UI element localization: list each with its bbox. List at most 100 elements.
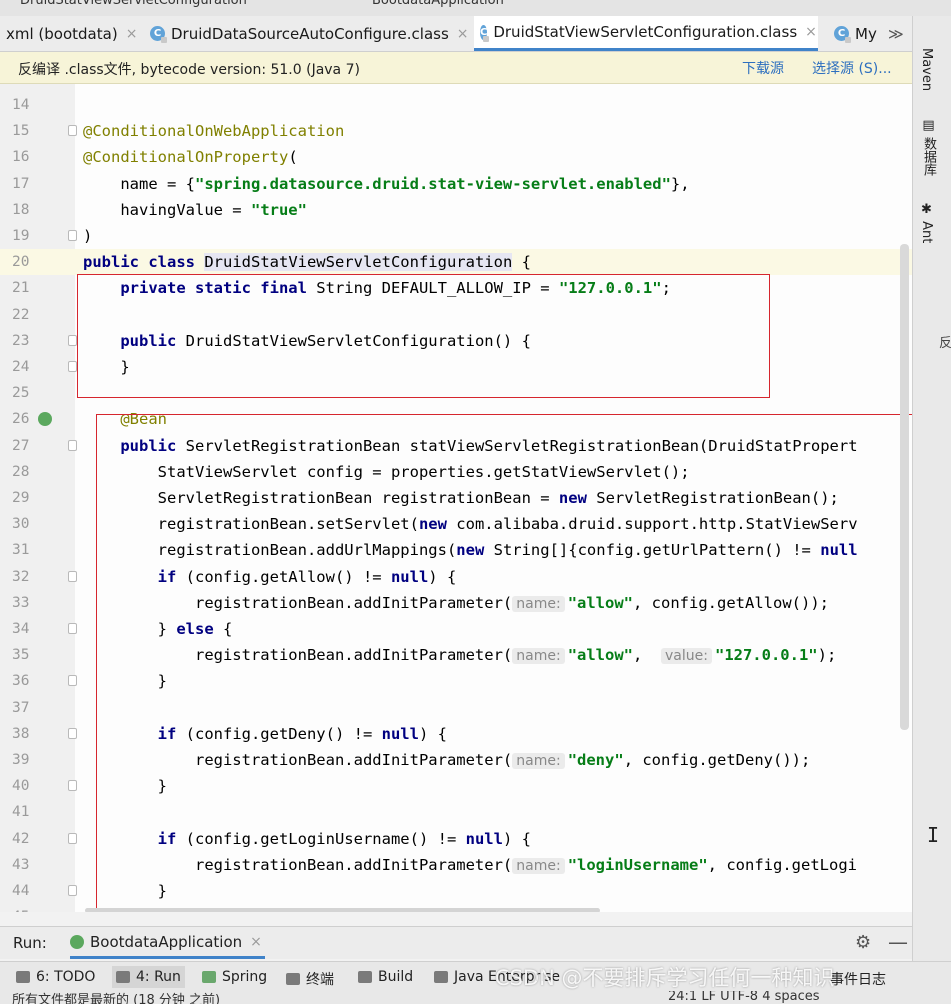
code-token: , config.getAllow()); [633,593,829,612]
code-line[interactable]: 43 registrationBean.addInitParameter(nam… [0,852,912,878]
run-config-selector[interactable]: BootdataApplication [372,0,504,8]
line-number: 39 [12,752,30,768]
line-number: 42 [12,830,30,847]
code-editor[interactable]: 14 15 @ConditionalOnWebApplication 16 @Condi… [0,84,912,912]
tab-overflow-icon[interactable]: ≫ [888,16,904,51]
tab-xml-bootdata[interactable]: xml (bootdata) × [6,16,137,51]
code-line[interactable]: 25 [0,380,912,406]
code-line[interactable]: 28 StatViewServlet config = properties.g… [0,459,912,485]
tool-todo-button[interactable]: 6: TODO [16,969,95,985]
code-line[interactable]: 20 public class DruidStatViewServletConfi… [0,249,912,276]
code-line[interactable]: 17 name = {"spring.datasource.druid.stat… [0,171,912,197]
close-icon[interactable]: × [126,26,138,42]
close-icon[interactable]: × [805,24,817,40]
close-icon[interactable]: × [250,934,262,950]
editor-tab-bar: xml (bootdata) × C DruidDataSourceAutoCo… [0,16,912,52]
code-line[interactable]: 16 @ConditionalOnProperty( [0,144,912,170]
maven-tool-button[interactable]: Maven [919,48,934,91]
code-line[interactable]: 26 @Bean [0,406,912,432]
fold-marker-icon[interactable] [68,832,77,844]
horizontal-scrollbar[interactable] [85,908,600,912]
tool-event-log-button[interactable]: 事件日志 [830,969,886,989]
code-line[interactable]: 27 public ServletRegistrationBean statVi… [0,433,912,459]
code-line[interactable]: 42 if (config.getLoginUsername() != null… [0,826,912,852]
tab-druid-datasource-autoconfigure[interactable]: C DruidDataSourceAutoConfigure.class × [150,16,469,51]
code-token: registrationBean.addInitParameter( [83,855,513,874]
tool-label: 终端 [306,972,334,988]
code-line[interactable]: 34 } else { [0,616,912,642]
tab-druid-statview-servlet-configuration[interactable]: C DruidStatViewServletConfiguration.clas… [474,16,818,51]
code-token: "spring.datasource.druid.stat-view-servl… [194,174,671,193]
fold-marker-icon[interactable] [68,727,77,739]
code-token: { [223,620,233,638]
fold-marker-icon[interactable] [68,361,77,372]
gear-icon[interactable]: ⚙ [855,932,871,953]
line-number: 30 [12,516,30,533]
ant-label: Ant [919,221,934,244]
fold-marker-icon[interactable] [68,623,77,634]
tab-my[interactable]: C My [834,16,877,51]
tool-terminal-button[interactable]: 终端 [286,969,334,989]
parameter-hint: name: [512,648,565,665]
tool-java-enterprise-button[interactable]: Java Enterprise [434,969,560,985]
tool-run-button[interactable]: 4: Run [112,966,185,988]
code-line[interactable]: 15 @ConditionalOnWebApplication [0,118,912,144]
banner-message: 反编译 .class文件, bytecode version: 51.0 (Ja… [18,62,360,78]
code-token: "true" [250,200,307,219]
fold-marker-icon[interactable] [68,780,77,792]
code-token: registrationBean.addInitParameter( [83,646,513,665]
code-line[interactable]: 19) [0,223,912,249]
run-tab-bootdata-application[interactable]: BootdataApplication × [70,933,262,951]
vertical-scrollbar[interactable] [900,244,909,730]
run-label: Run: [13,934,47,952]
run-tab-underline [70,956,265,959]
minimize-icon[interactable]: — [888,930,908,954]
code-line[interactable]: 33 registrationBean.addInitParameter(nam… [0,590,912,616]
code-line[interactable]: 22 [0,302,912,328]
tool-spring-button[interactable]: Spring [202,969,267,985]
code-token: ServletRegistrationBean registrationBean… [83,489,559,507]
code-line[interactable]: 31 registrationBean.addUrlMappings(new S… [0,537,912,563]
parameter-hint: name: [512,595,565,612]
tool-label: 事件日志 [830,972,886,988]
code-line[interactable]: 29 ServletRegistrationBean registrationB… [0,485,912,511]
code-line[interactable]: 36 } [0,668,912,694]
choose-sources-link[interactable]: 选择源 (S)... [812,58,892,78]
code-token: new [418,515,457,534]
spring-bean-icon[interactable] [38,412,52,427]
run-icon [116,971,130,983]
fold-marker-icon[interactable] [68,570,77,582]
fold-marker-icon[interactable] [68,230,77,241]
code-line[interactable]: 18 havingValue = "true" [0,197,912,223]
code-line[interactable]: 39 registrationBean.addInitParameter(nam… [0,747,912,773]
line-number: 45 [12,904,42,912]
caret-position[interactable]: 24:1 LF UTF-8 4 spaces [668,991,820,1004]
code-line[interactable]: 38 if (config.getDeny() != null) { [0,721,912,747]
fold-marker-icon[interactable] [68,125,77,137]
code-line[interactable]: 30 registrationBean.setServlet(new com.a… [0,511,912,537]
code-line[interactable]: 24 } [0,354,912,380]
code-token: "loginUsername" [567,855,708,874]
fold-marker-icon[interactable] [68,675,77,687]
tool-build-button[interactable]: Build [358,969,413,985]
download-sources-link[interactable]: 下载源 [742,58,784,78]
code-line[interactable]: 40 } [0,773,912,799]
code-line[interactable]: 41 [0,799,912,825]
code-line[interactable]: 23 public DruidStatViewServletConfigurat… [0,328,912,354]
database-tool-button[interactable]: ▤ 数据库 [919,118,938,176]
ant-tool-button[interactable]: ✱ Ant [919,202,934,243]
fold-marker-icon[interactable] [68,439,77,451]
fold-marker-icon[interactable] [68,334,77,346]
code-text: registrationBean.setServlet(new com.alib… [83,511,858,537]
fold-marker-icon[interactable] [68,885,77,896]
code-line[interactable]: 44 } [0,878,912,904]
code-line[interactable]: 14 [0,92,912,118]
code-line[interactable]: 21 private static final String DEFAULT_A… [0,275,912,301]
close-icon[interactable]: × [457,26,469,42]
code-token: ); [817,646,837,665]
code-line[interactable]: 35 registrationBean.addInitParameter(nam… [0,642,912,668]
code-line[interactable]: 37 [0,695,912,721]
code-line[interactable]: 32 if (config.getAllow() != null) { [0,564,912,590]
